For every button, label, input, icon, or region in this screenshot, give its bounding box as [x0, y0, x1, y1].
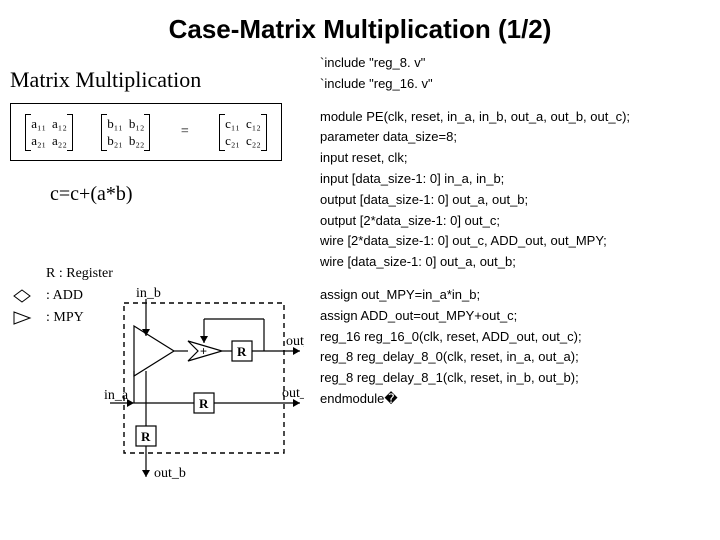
code-line: output [2*data_size-1: 0] out_c;	[320, 211, 720, 232]
matrix-equation: a₁₁ a₁₂ a₂₁ a₂₂ b₁₁ b₁₂ b₂₁ b₂₂ = c₁₁ c₁…	[10, 103, 282, 161]
matrix-cell: b₁₂	[129, 116, 145, 132]
code-listing: `include "reg_8. v" `include "reg_16. v"…	[320, 53, 720, 523]
content-columns: Matrix Multiplication a₁₁ a₁₂ a₂₁ a₂₂ b₁…	[0, 53, 720, 523]
code-line: `include "reg_16. v"	[320, 74, 720, 95]
label-in-b: in_b	[136, 286, 161, 301]
matrix-cell: a₁₂	[52, 116, 67, 132]
code-line: assign ADD_out=out_MPY+out_c;	[320, 306, 720, 327]
matrix-cell: c₂₂	[246, 133, 261, 149]
register-r-label: R	[237, 344, 247, 359]
code-line: wire [data_size-1: 0] out_a, out_b;	[320, 252, 720, 273]
code-line: module PE(clk, reset, in_a, in_b, out_a,…	[320, 107, 720, 128]
section-heading: Matrix Multiplication	[10, 67, 320, 93]
matrix-cell: b₂₂	[129, 133, 145, 149]
label-in-a: in_a	[104, 388, 129, 403]
mpy-block-icon	[134, 326, 174, 376]
pe-block-diagram: in_b in_a + R out_c R ou	[104, 281, 304, 481]
matrix-cell: c₁₁	[225, 116, 240, 132]
code-line: assign out_MPY=in_a*in_b;	[320, 285, 720, 306]
left-column: Matrix Multiplication a₁₁ a₁₂ a₂₁ a₂₂ b₁…	[0, 53, 320, 523]
matrix-cell: b₂₁	[107, 133, 123, 149]
formula: c=c+(a*b)	[50, 183, 320, 206]
equals-sign: =	[179, 124, 191, 140]
code-line: input reset, clk;	[320, 148, 720, 169]
code-line: reg_16 reg_16_0(clk, reset, ADD_out, out…	[320, 327, 720, 348]
mpy-symbol-icon	[10, 310, 46, 326]
label-out-b: out_b	[154, 466, 186, 481]
code-line: input [data_size-1: 0] in_a, in_b;	[320, 169, 720, 190]
register-r-label: R	[141, 429, 151, 444]
code-line: reg_8 reg_delay_8_0(clk, reset, in_a, ou…	[320, 347, 720, 368]
code-line: output [data_size-1: 0] out_a, out_b;	[320, 190, 720, 211]
legend-mpy-text: : MPY	[46, 310, 84, 326]
matrix-cell: a₂₂	[52, 133, 67, 149]
code-line: reg_8 reg_delay_8_1(clk, reset, in_b, ou…	[320, 368, 720, 389]
code-line: wire [2*data_size-1: 0] out_c, ADD_out, …	[320, 231, 720, 252]
label-out-c: out_c	[286, 334, 304, 349]
matrix-cell: b₁₁	[107, 116, 123, 132]
legend-register-text: R : Register	[46, 266, 113, 282]
slide-title: Case-Matrix Multiplication (1/2)	[0, 0, 720, 53]
add-symbol-icon	[10, 288, 46, 304]
code-line: endmodule�	[320, 389, 720, 410]
plus-sign: +	[200, 344, 207, 358]
matrix-cell: a₂₁	[31, 133, 46, 149]
code-line: parameter data_size=8;	[320, 127, 720, 148]
matrix-cell: a₁₁	[31, 116, 46, 132]
register-r-label: R	[199, 396, 209, 411]
matrix-cell: c₁₂	[246, 116, 261, 132]
legend-add-text: : ADD	[46, 288, 83, 304]
label-out-a: out_a	[282, 386, 304, 401]
matrix-cell: c₂₁	[225, 133, 240, 149]
code-line: `include "reg_8. v"	[320, 53, 720, 74]
